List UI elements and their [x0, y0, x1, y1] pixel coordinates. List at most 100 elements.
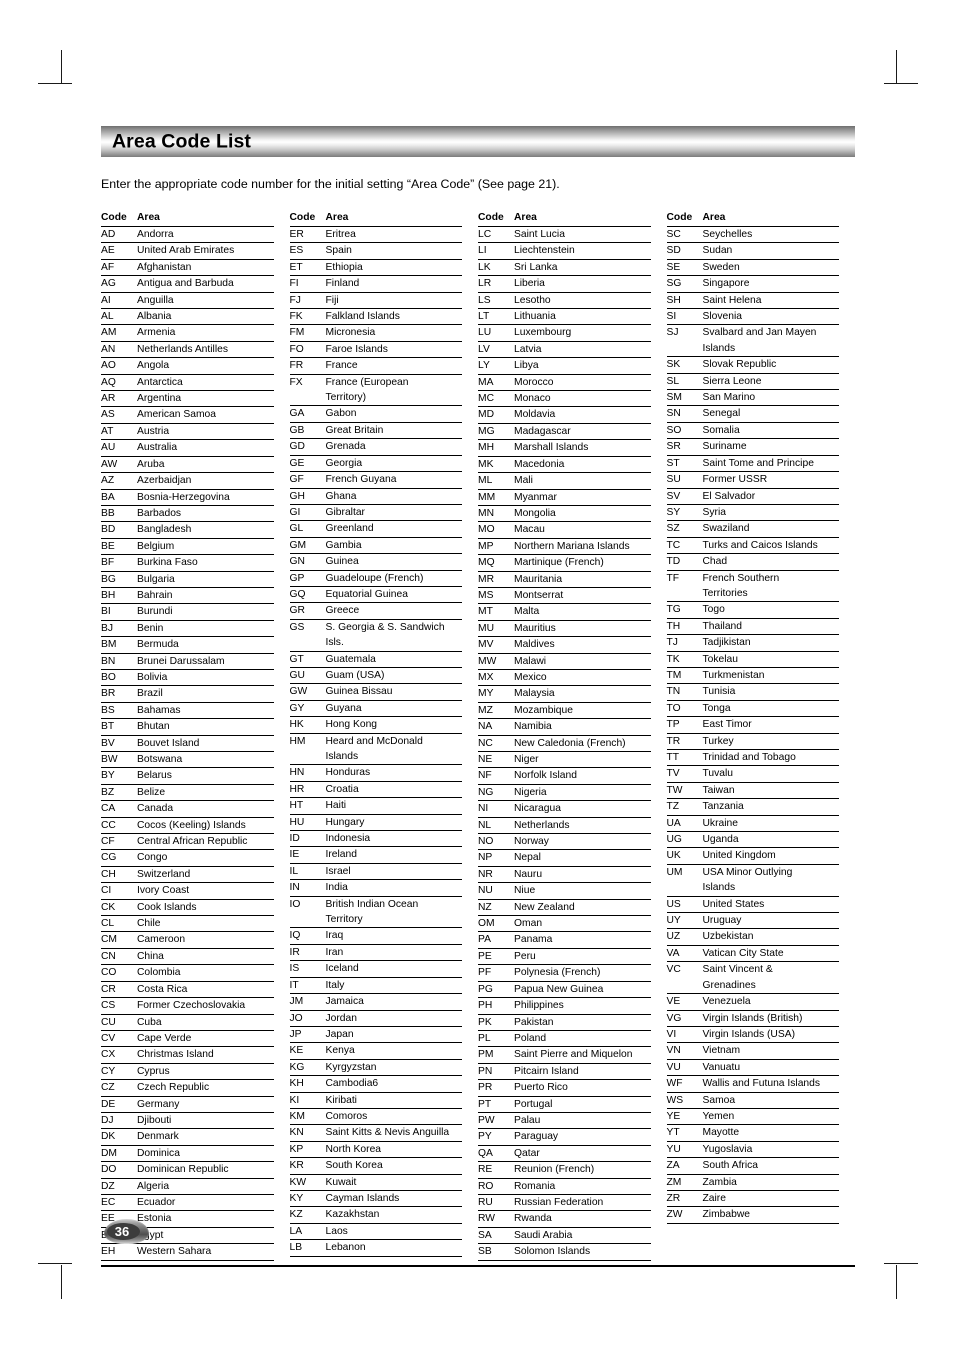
- cell-area: Cape Verde: [137, 1030, 274, 1048]
- table-row: TT Trinidad and Tobago: [666, 749, 839, 767]
- table-row: GE Georgia: [289, 455, 462, 473]
- table-row: NF Norfolk Island: [478, 767, 651, 785]
- cell-area: Bangladesh: [137, 521, 274, 539]
- table-row: UM USA Minor Outlying: [667, 864, 840, 880]
- table-row: LS Lesotho: [478, 292, 651, 310]
- cell-area: Niger: [514, 751, 651, 769]
- cell-area: Andorra: [137, 226, 274, 244]
- cell-code: AN: [101, 341, 137, 359]
- cell-area: Malta: [514, 603, 651, 621]
- cell-code: NI: [478, 800, 514, 818]
- cell-code: NF: [478, 767, 514, 785]
- cell-code: CS: [101, 997, 137, 1015]
- cell-code: QA: [478, 1145, 514, 1163]
- table-row: SV El Salvador: [666, 488, 839, 505]
- cell-code: PA: [478, 931, 514, 949]
- cell-code: ST: [666, 455, 703, 473]
- cell-area: Guatemala: [325, 651, 462, 668]
- cell-code: US: [666, 896, 703, 914]
- table-row: TN Tunisia: [666, 683, 839, 701]
- cell-code: UZ: [666, 928, 703, 946]
- table-row: GT Guatemala: [289, 651, 462, 668]
- cell-code: BM: [101, 636, 137, 654]
- table-row: MY Malaysia: [478, 685, 651, 703]
- cell-code: KY: [289, 1190, 326, 1208]
- cell-area: New Caledonia (French): [514, 735, 651, 753]
- column-header-area: Area: [514, 211, 651, 227]
- cell-area: Togo: [702, 601, 839, 619]
- cell-area: Polynesia (French): [514, 964, 651, 982]
- cell-code: TT: [666, 749, 703, 767]
- table-row: SO Somalia: [666, 422, 839, 440]
- cell-area: Namibia: [514, 718, 651, 736]
- cell-area: Mongolia: [514, 505, 651, 523]
- cell-area: France: [325, 357, 462, 375]
- cell-code: AI: [101, 292, 137, 310]
- table-row: MP Northern Mariana Islands: [478, 538, 651, 556]
- cell-code: CL: [101, 915, 137, 933]
- cell-code: LB: [289, 1239, 326, 1257]
- table-row: CO Colombia: [101, 964, 274, 982]
- cell-area: Mauritania: [514, 571, 651, 588]
- table-row: CA Canada: [101, 800, 274, 818]
- table-row: PH Philippines: [478, 997, 651, 1015]
- table-row: SB Solomon Islands: [478, 1243, 651, 1261]
- table-row: GU Guam (USA): [289, 667, 462, 685]
- cell-area: Hong Kong: [325, 716, 462, 734]
- table-row: CM Cameroon: [101, 931, 274, 949]
- table-row: TJ Tadjikistan: [666, 634, 839, 652]
- cell-code: SV: [666, 488, 703, 505]
- cell-area: Canada: [137, 800, 274, 818]
- cell-area: South Africa: [702, 1157, 839, 1175]
- crop-mark-top-left-vertical: [61, 50, 62, 84]
- cell-area: Russian Federation: [514, 1194, 651, 1212]
- cell-code: MG: [478, 423, 514, 441]
- table-row: MC Monaco: [478, 390, 651, 408]
- table-row: LR Liberia: [478, 275, 651, 293]
- cell-code: VG: [666, 1010, 703, 1027]
- cell-area: French Guyana: [325, 471, 462, 489]
- cell-area: Christmas Island: [137, 1046, 274, 1064]
- cell-area: France (European: [325, 376, 409, 388]
- cell-code: VU: [666, 1059, 703, 1077]
- table-row: NU Niue: [478, 882, 651, 900]
- cell-code: AT: [101, 423, 137, 441]
- cell-code: NG: [478, 784, 514, 802]
- table-row: YE Yemen: [666, 1108, 839, 1126]
- cell-code: RW: [478, 1210, 514, 1228]
- cell-code: BZ: [101, 784, 137, 802]
- cell-area: Svalbard and Jan Mayen: [702, 327, 817, 339]
- cell-area: Croatia: [325, 781, 462, 799]
- cell-area: Bahrain: [137, 587, 274, 605]
- cell-code: PF: [478, 964, 514, 982]
- cell-area: Maldives: [514, 636, 651, 654]
- area-code-table: Code Area SC Seychelles SD Sudan SE Sweden SG Sin…: [666, 211, 840, 1224]
- cell-area: Bouvet Island: [137, 735, 274, 753]
- cell-area: Czech Republic: [137, 1079, 274, 1097]
- cell-area: United Kingdom: [702, 847, 839, 865]
- cell-code: GA: [289, 405, 326, 423]
- table-row: IQ Iraq: [289, 927, 462, 945]
- table-row: CG Congo: [101, 849, 274, 867]
- crop-mark-bottom-left-vertical: [61, 1265, 62, 1299]
- cell-code: ZA: [666, 1157, 703, 1175]
- cell-area: Austria: [137, 423, 274, 441]
- table-row: PW Palau: [478, 1112, 651, 1130]
- cell-code: CK: [101, 899, 137, 917]
- table-row: AE United Arab Emirates: [101, 242, 274, 260]
- table-row: VG Virgin Islands (British): [666, 1010, 839, 1027]
- cell-area: Mexico: [514, 669, 651, 687]
- cell-area: Zambia: [702, 1174, 839, 1191]
- cell-code: SC: [666, 226, 703, 244]
- area-code-column: Code Area ER Eritrea ES Spain ET Ethiopia FI Finl…: [289, 211, 479, 1261]
- table-row: GW Guinea Bissau: [289, 683, 462, 701]
- table-row: PT Portugal: [478, 1096, 651, 1113]
- table-row: IE Ireland: [289, 846, 462, 864]
- table-row: SR Suriname: [666, 438, 839, 456]
- cell-code: MA: [478, 374, 514, 392]
- page-number-badge: 36: [104, 1219, 149, 1244]
- table-row: AN Netherlands Antilles: [101, 341, 274, 359]
- cell-code: SJ: [666, 327, 679, 339]
- table-row: MZ Mozambique: [478, 702, 651, 720]
- table-row: ID Indonesia: [289, 830, 462, 848]
